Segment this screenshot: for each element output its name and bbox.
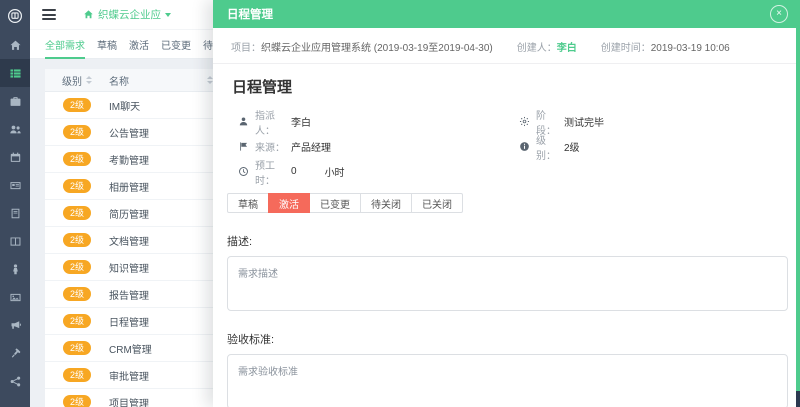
description-box: 需求描述 — [227, 256, 788, 311]
drawer-meta: 项目：织蝶云企业应用管理系统 (2019-03-19至2019-04-30) 创… — [213, 28, 800, 64]
app-name: 织蝶云企业应 — [98, 9, 161, 21]
field-assignee: 指派人： 李白 — [238, 107, 519, 137]
row-name: 报告管理 — [109, 290, 149, 302]
level-badge: 2级 — [62, 98, 91, 112]
tab-changed[interactable]: 已变更 — [161, 30, 191, 58]
row-name: 公告管理 — [109, 128, 149, 140]
acceptance-label: 验收标准: — [227, 334, 275, 346]
detail-drawer: 日程管理 × 项目：织蝶云企业应用管理系统 (2019-03-19至2019-0… — [213, 0, 800, 407]
status-button-group: 草稿 激活 已变更 待关闭 已关闭 — [227, 193, 788, 213]
icon-sidebar — [0, 0, 30, 407]
columns-icon[interactable] — [0, 227, 30, 255]
level-badge: 2级 — [62, 206, 91, 220]
team-icon[interactable] — [0, 115, 30, 143]
gavel-icon[interactable] — [0, 339, 30, 367]
scrollbar-thumb[interactable] — [796, 391, 800, 407]
drawer-scrollbar — [796, 0, 800, 407]
status-button[interactable]: 已变更 — [309, 193, 361, 213]
clock-icon — [238, 166, 249, 177]
calendar-icon[interactable] — [0, 143, 30, 171]
level-badge: 2级 — [62, 368, 91, 382]
meta-project: 项目：织蝶云企业应用管理系统 (2019-03-19至2019-04-30) — [231, 43, 493, 54]
drawer-header: 日程管理 × — [213, 0, 800, 28]
tab-draft[interactable]: 草稿 — [97, 30, 117, 58]
sort-control[interactable] — [86, 76, 92, 84]
level-badge: 2级 — [62, 125, 91, 139]
level-badge: 2级 — [62, 179, 91, 193]
detail-fields: 指派人： 李白 阶段： 测试完毕 来源： 产品经理 级别： 2级 预工时： 0 … — [238, 107, 788, 187]
share-icon[interactable] — [0, 367, 30, 395]
row-name: 相册管理 — [109, 182, 149, 194]
chevron-down-icon — [165, 13, 171, 17]
status-button[interactable]: 待关闭 — [360, 193, 412, 213]
column-header-name: 名称 — [109, 73, 213, 88]
field-estimated-hours: 预工时： 0 小时 — [238, 157, 519, 187]
home-icon[interactable] — [0, 31, 30, 59]
info-icon — [519, 141, 530, 152]
megaphone-icon[interactable] — [0, 311, 30, 339]
description-label: 描述: — [227, 236, 253, 248]
tab-all-requirements[interactable]: 全部需求 — [45, 30, 85, 59]
field-source: 来源： 产品经理 — [238, 139, 519, 154]
level-badge: 2级 — [62, 233, 91, 247]
level-badge: 2级 — [62, 287, 91, 301]
drawer-title: 日程管理 — [227, 9, 273, 21]
column-header-level: 级别 — [45, 73, 109, 88]
logo-icon[interactable] — [0, 1, 30, 31]
row-name: CRM管理 — [109, 344, 152, 356]
page-title: 日程管理 — [232, 79, 293, 96]
level-badge: 2级 — [62, 260, 91, 274]
creator-link[interactable]: 李白 — [557, 43, 577, 54]
status-button[interactable]: 草稿 — [227, 193, 269, 213]
notebook-icon[interactable] — [0, 199, 30, 227]
image-icon[interactable] — [0, 283, 30, 311]
row-name: 文档管理 — [109, 236, 149, 248]
app-switcher[interactable]: 织蝶云企业应 — [83, 7, 171, 22]
tab-activated[interactable]: 激活 — [129, 30, 149, 58]
field-level: 级别： 2级 — [519, 132, 788, 162]
meta-creator: 创建人：李白 — [516, 43, 577, 54]
level-badge: 2级 — [62, 314, 91, 328]
row-name: 简历管理 — [109, 209, 149, 221]
app-window: 织蝶云企业应 看板 全部需求 草稿 激活 已变更 待关闭 级别 名称 — [0, 0, 800, 407]
flag-icon — [238, 141, 249, 152]
level-badge: 2级 — [62, 341, 91, 355]
gear-icon — [519, 116, 530, 127]
row-name: 审批管理 — [109, 371, 149, 383]
hamburger-menu-icon[interactable] — [39, 5, 59, 24]
status-button[interactable]: 已关闭 — [411, 193, 463, 213]
meta-created-time: 创建时间：2019-03-19 10:06 — [600, 43, 730, 54]
acceptance-box: 需求验收标准 — [227, 354, 788, 407]
briefcase-icon[interactable] — [0, 87, 30, 115]
row-name: IM聊天 — [109, 101, 141, 113]
level-badge: 2级 — [62, 395, 91, 407]
hours-unit: 小时 — [324, 168, 345, 179]
drawer-body: 日程管理 指派人： 李白 阶段： 测试完毕 来源： 产品经理 级别： 2级 预工… — [213, 64, 800, 407]
close-icon[interactable]: × — [770, 5, 788, 23]
member-icon[interactable] — [0, 255, 30, 283]
user-icon — [238, 116, 249, 127]
level-badge: 2级 — [62, 152, 91, 166]
card-icon[interactable] — [0, 171, 30, 199]
home-icon — [83, 9, 94, 20]
list-icon[interactable] — [0, 59, 30, 87]
row-name: 项目管理 — [109, 398, 149, 407]
row-name: 考勤管理 — [109, 155, 149, 167]
row-name: 日程管理 — [109, 317, 149, 329]
row-name: 知识管理 — [109, 263, 149, 275]
status-button[interactable]: 激活 — [268, 193, 310, 213]
